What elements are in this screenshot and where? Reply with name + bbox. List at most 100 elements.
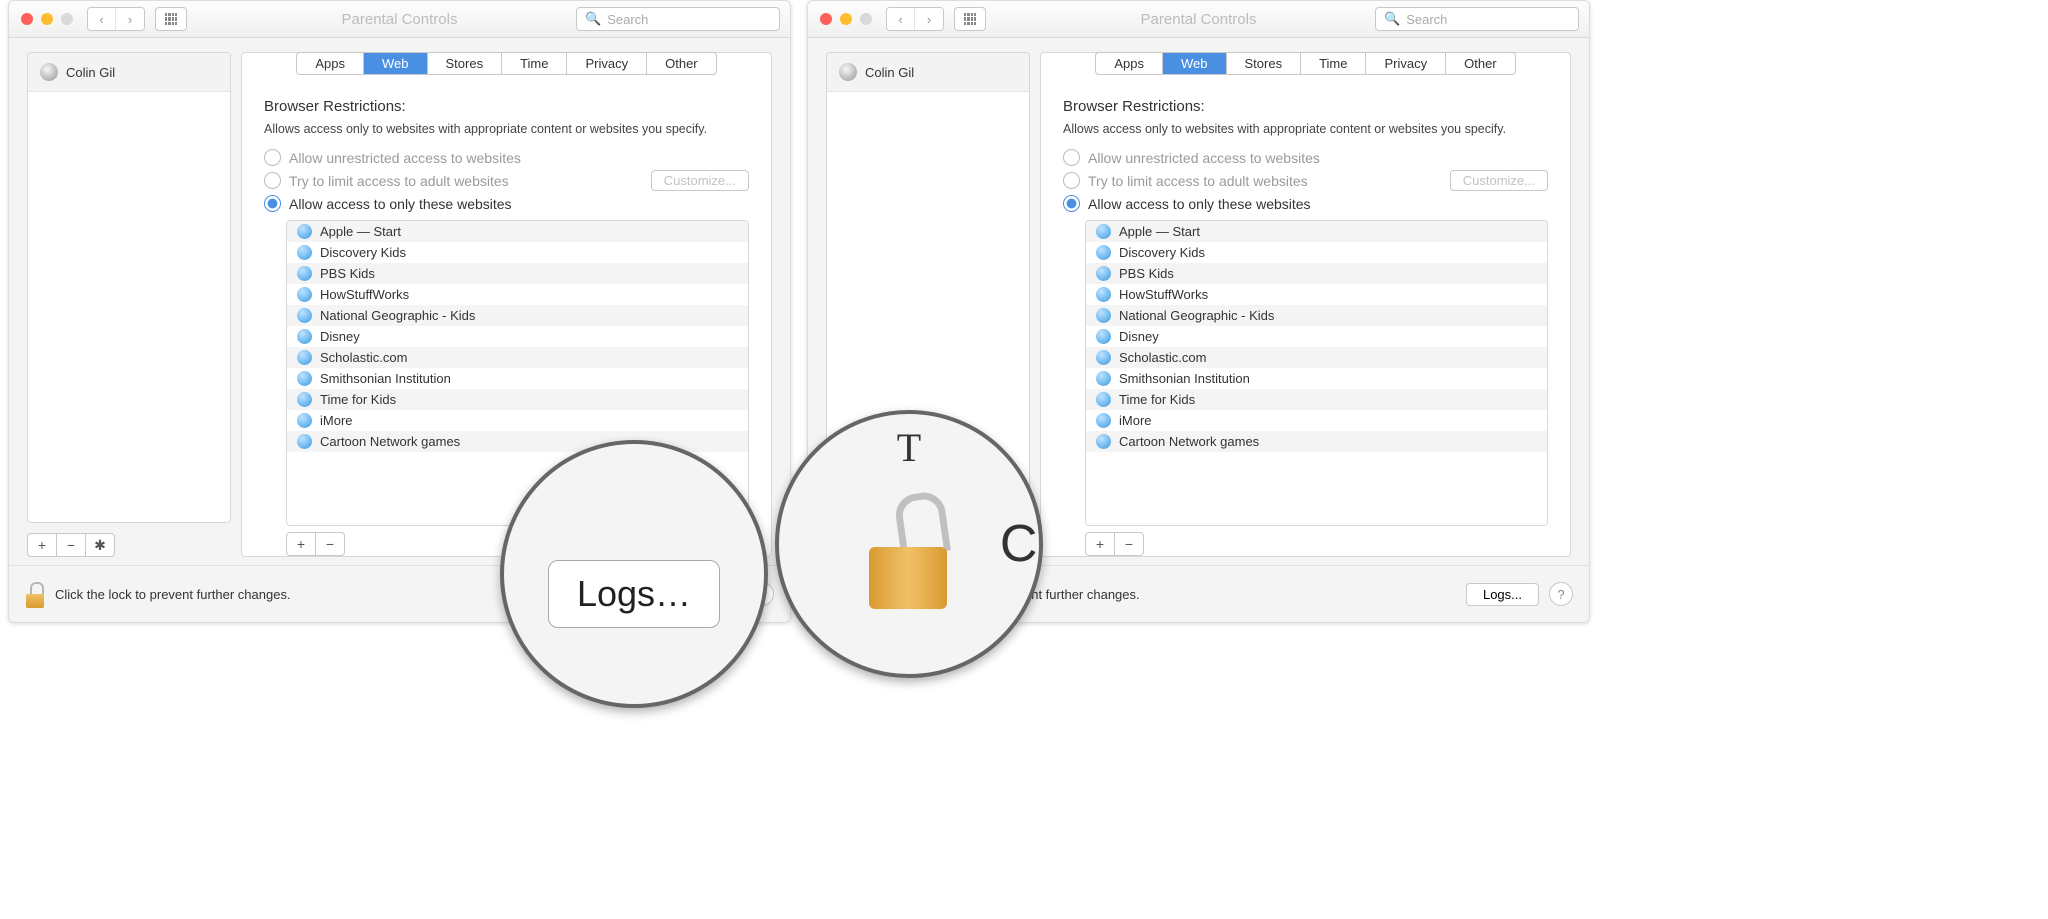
- site-row[interactable]: HowStuffWorks: [1086, 284, 1547, 305]
- radio-selected-icon: [1063, 195, 1080, 212]
- globe-icon: [1096, 329, 1111, 344]
- globe-icon: [297, 392, 312, 407]
- add-user-button[interactable]: +: [27, 533, 57, 557]
- site-row[interactable]: Discovery Kids: [1086, 242, 1547, 263]
- tab-apps[interactable]: Apps: [297, 53, 364, 74]
- window-title: Parental Controls: [1141, 11, 1257, 28]
- site-row[interactable]: Disney: [287, 326, 748, 347]
- zoom-icon[interactable]: [860, 13, 872, 25]
- minimize-icon[interactable]: [840, 13, 852, 25]
- user-icon: [40, 63, 58, 81]
- site-row[interactable]: iMore: [1086, 410, 1547, 431]
- globe-icon: [297, 245, 312, 260]
- user-list[interactable]: Colin Gil: [27, 52, 231, 523]
- zoom-icon[interactable]: [61, 13, 73, 25]
- window-title: Parental Controls: [342, 11, 458, 28]
- globe-icon: [297, 434, 312, 449]
- minimize-icon[interactable]: [41, 13, 53, 25]
- globe-icon: [1096, 371, 1111, 386]
- magnified-letter: T: [897, 424, 921, 471]
- search-input[interactable]: 🔍 Search: [1375, 7, 1579, 31]
- site-row[interactable]: PBS Kids: [287, 263, 748, 284]
- logs-button[interactable]: Logs...: [1466, 583, 1539, 606]
- user-settings-button[interactable]: ✱: [85, 533, 115, 557]
- site-row[interactable]: Smithsonian Institution: [1086, 368, 1547, 389]
- tab-time[interactable]: Time: [1301, 53, 1366, 74]
- site-row[interactable]: Cartoon Network games: [1086, 431, 1547, 452]
- site-row[interactable]: Apple — Start: [287, 221, 748, 242]
- grid-icon: [964, 13, 976, 25]
- tab-time[interactable]: Time: [502, 53, 567, 74]
- site-row[interactable]: National Geographic - Kids: [287, 305, 748, 326]
- site-row[interactable]: National Geographic - Kids: [1086, 305, 1547, 326]
- search-icon: 🔍: [585, 11, 601, 27]
- globe-icon: [1096, 413, 1111, 428]
- site-row[interactable]: Discovery Kids: [287, 242, 748, 263]
- globe-icon: [1096, 350, 1111, 365]
- user-row[interactable]: Colin Gil: [827, 53, 1029, 92]
- radio-unrestricted[interactable]: Allow unrestricted access to websites: [264, 149, 749, 166]
- site-row[interactable]: Disney: [1086, 326, 1547, 347]
- radio-limit-adult[interactable]: Try to limit access to adult websites Cu…: [1063, 170, 1548, 191]
- radio-limit-adult[interactable]: Try to limit access to adult websites Cu…: [264, 170, 749, 191]
- radio-icon: [1063, 172, 1080, 189]
- tab-stores[interactable]: Stores: [1227, 53, 1302, 74]
- search-input[interactable]: 🔍 Search: [576, 7, 780, 31]
- site-row[interactable]: Smithsonian Institution: [287, 368, 748, 389]
- tab-privacy[interactable]: Privacy: [567, 53, 647, 74]
- tab-other[interactable]: Other: [1446, 53, 1515, 74]
- site-row[interactable]: Apple — Start: [1086, 221, 1547, 242]
- site-row[interactable]: Scholastic.com: [287, 347, 748, 368]
- tab-other[interactable]: Other: [647, 53, 716, 74]
- globe-icon: [1096, 245, 1111, 260]
- tab-web[interactable]: Web: [364, 53, 428, 74]
- site-row[interactable]: HowStuffWorks: [287, 284, 748, 305]
- remove-user-button[interactable]: −: [56, 533, 86, 557]
- remove-site-button[interactable]: −: [1114, 532, 1144, 556]
- globe-icon: [297, 329, 312, 344]
- radio-icon: [1063, 149, 1080, 166]
- radio-unrestricted[interactable]: Allow unrestricted access to websites: [1063, 149, 1548, 166]
- tab-stores[interactable]: Stores: [428, 53, 503, 74]
- help-button[interactable]: ?: [1549, 582, 1573, 606]
- user-icon: [839, 63, 857, 81]
- globe-icon: [1096, 392, 1111, 407]
- show-all-button[interactable]: [954, 7, 986, 31]
- back-button[interactable]: ‹: [88, 8, 116, 30]
- show-all-button[interactable]: [155, 7, 187, 31]
- globe-icon: [297, 287, 312, 302]
- site-row[interactable]: PBS Kids: [1086, 263, 1547, 284]
- globe-icon: [297, 413, 312, 428]
- globe-icon: [1096, 224, 1111, 239]
- close-icon[interactable]: [820, 13, 832, 25]
- globe-icon: [1096, 287, 1111, 302]
- site-row[interactable]: iMore: [287, 410, 748, 431]
- magnified-text: Cl: [1000, 514, 1043, 574]
- add-site-button[interactable]: +: [286, 532, 316, 556]
- globe-icon: [297, 224, 312, 239]
- lock-icon[interactable]: [25, 580, 45, 608]
- globe-icon: [1096, 434, 1111, 449]
- tab-privacy[interactable]: Privacy: [1366, 53, 1446, 74]
- radio-only-these[interactable]: Allow access to only these websites: [264, 195, 749, 212]
- add-site-button[interactable]: +: [1085, 532, 1115, 556]
- forward-button[interactable]: ›: [915, 8, 943, 30]
- globe-icon: [297, 308, 312, 323]
- magnified-lock-icon: [869, 499, 949, 609]
- radio-only-these[interactable]: Allow access to only these websites: [1063, 195, 1548, 212]
- lock-text-partial: ent further changes.: [1024, 587, 1140, 602]
- remove-site-button[interactable]: −: [315, 532, 345, 556]
- search-icon: 🔍: [1384, 11, 1400, 27]
- magnifier-logs: Logs…: [500, 440, 768, 708]
- back-button[interactable]: ‹: [887, 8, 915, 30]
- site-row[interactable]: Scholastic.com: [1086, 347, 1547, 368]
- tab-apps[interactable]: Apps: [1096, 53, 1163, 74]
- site-row[interactable]: Time for Kids: [287, 389, 748, 410]
- user-row[interactable]: Colin Gil: [28, 53, 230, 92]
- close-icon[interactable]: [21, 13, 33, 25]
- tab-web[interactable]: Web: [1163, 53, 1227, 74]
- user-name: Colin Gil: [66, 65, 115, 80]
- forward-button[interactable]: ›: [116, 8, 144, 30]
- site-row[interactable]: Time for Kids: [1086, 389, 1547, 410]
- site-list[interactable]: Apple — Start Discovery Kids PBS Kids Ho…: [1085, 220, 1548, 526]
